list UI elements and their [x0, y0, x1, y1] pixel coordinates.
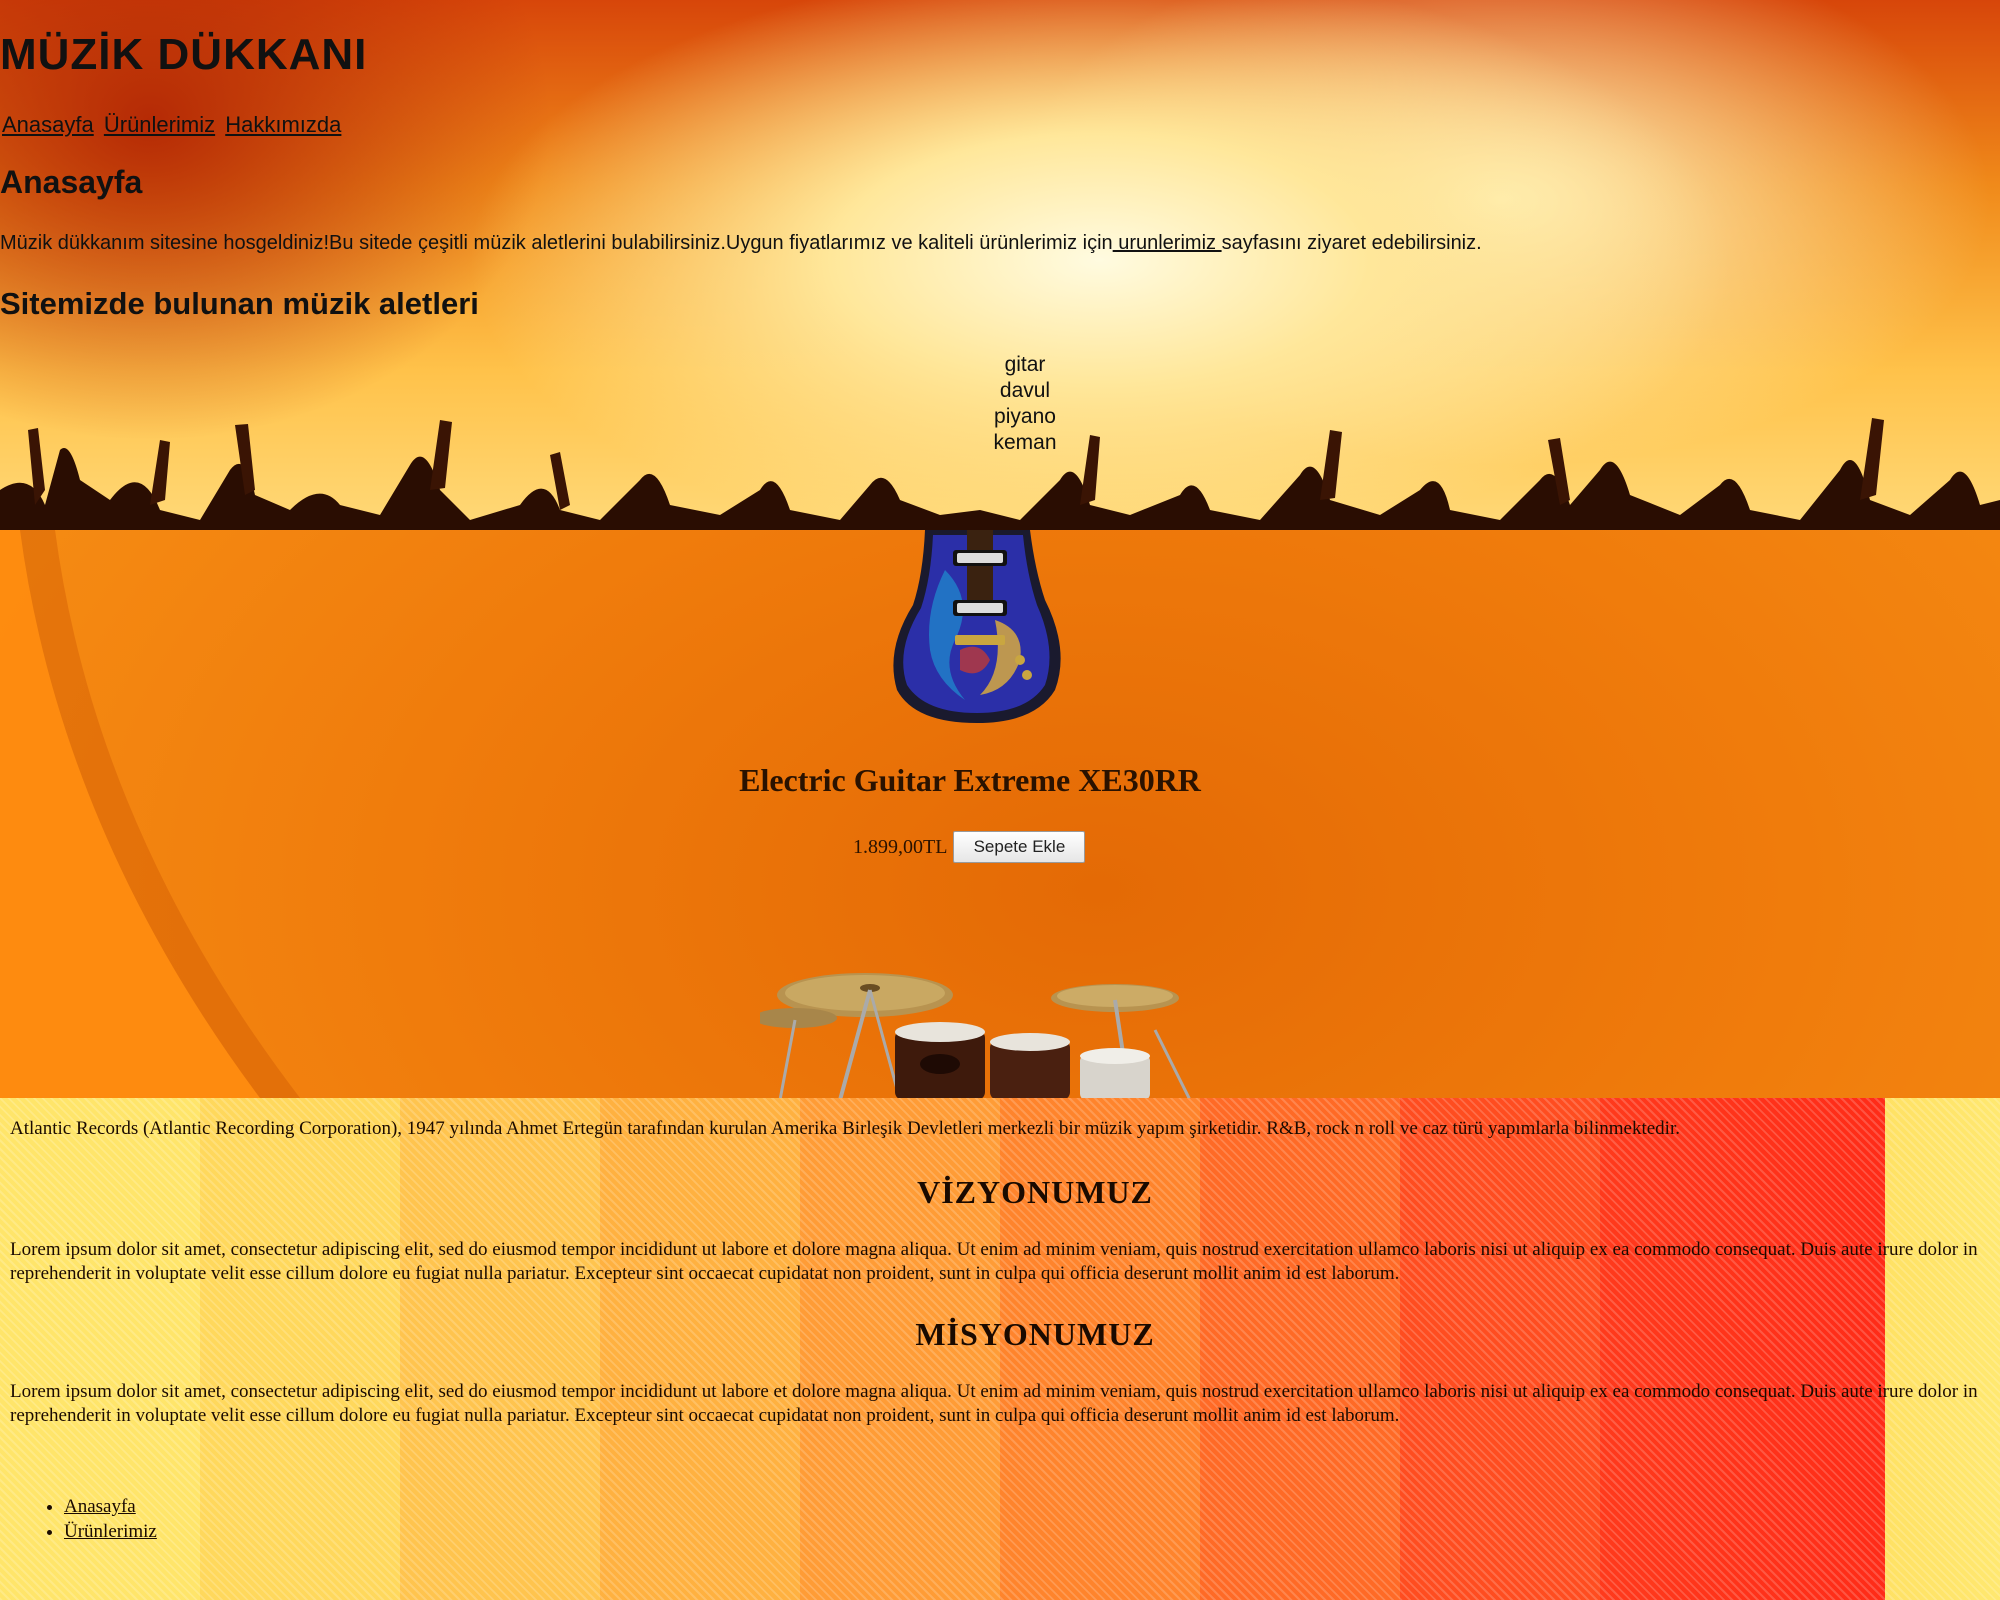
product-price: 1.899,00TL	[853, 835, 948, 858]
site-title: MÜZİK DÜKKANI	[0, 30, 368, 79]
drum-kit-image	[760, 973, 1191, 1098]
nav-link-hakkimizda[interactable]: Hakkımızda	[225, 112, 341, 137]
about-section: Atlantic Records (Atlantic Recording Cor…	[0, 1098, 2000, 1600]
bottom-nav: Anasayfa Ürünlerimiz	[42, 1494, 157, 1544]
bottom-nav-link-anasayfa[interactable]: Anasayfa	[64, 1496, 136, 1517]
nav-link-anasayfa[interactable]: Anasayfa	[2, 112, 94, 137]
page-heading: Anasayfa	[0, 164, 143, 200]
vision-heading: VİZYONUMUZ	[917, 1174, 1153, 1210]
bottom-nav-item: Ürünlerimiz	[64, 1519, 157, 1544]
instrument-list: gitar davul piyano keman	[940, 352, 1110, 456]
instruments-heading: Sitemizde bulunan müzik aletleri	[0, 286, 479, 321]
bottom-nav-item: Anasayfa	[64, 1494, 157, 1519]
product-section: Electric Guitar Extreme XE30RR 1.899,00T…	[0, 530, 2000, 1098]
mission-text: Lorem ipsum dolor sit amet, consectetur …	[10, 1381, 1978, 1426]
top-nav: Anasayfa Ürünlerimiz Hakkımızda	[0, 112, 2000, 138]
add-to-cart-button[interactable]: Sepete Ekle	[953, 831, 1086, 863]
product-name: Electric Guitar Extreme XE30RR	[739, 762, 1201, 798]
instrument-item: gitar	[1004, 353, 1046, 376]
electric-guitar-image	[893, 530, 1061, 723]
vision-text: Lorem ipsum dolor sit amet, consectetur …	[10, 1239, 1978, 1284]
bottom-nav-link-urunlerimiz[interactable]: Ürünlerimiz	[64, 1521, 157, 1542]
instrument-item: piyano	[994, 405, 1056, 428]
welcome-text-start: Müzik dükkanım sitesine hosgeldiniz!Bu s…	[0, 232, 1113, 254]
instrument-item: keman	[993, 431, 1057, 454]
welcome-text-end: sayfasını ziyaret edebilirsiniz.	[1221, 232, 1482, 254]
price-row: 1.899,00TL Sepete Ekle	[853, 830, 1086, 864]
hero-section: MÜZİK DÜKKANI Anasayfa Ürünlerimiz Hakkı…	[0, 0, 2000, 530]
about-intro-text: Atlantic Records (Atlantic Recording Cor…	[10, 1118, 1680, 1139]
nav-link-urunlerimiz[interactable]: Ürünlerimiz	[104, 112, 215, 137]
instrument-item: davul	[999, 379, 1051, 402]
mission-heading: MİSYONUMUZ	[915, 1316, 1155, 1352]
welcome-text: Müzik dükkanım sitesine hosgeldiniz!Bu s…	[0, 232, 2000, 255]
urunlerimiz-inline-link[interactable]: urunlerimiz	[1113, 232, 1222, 254]
